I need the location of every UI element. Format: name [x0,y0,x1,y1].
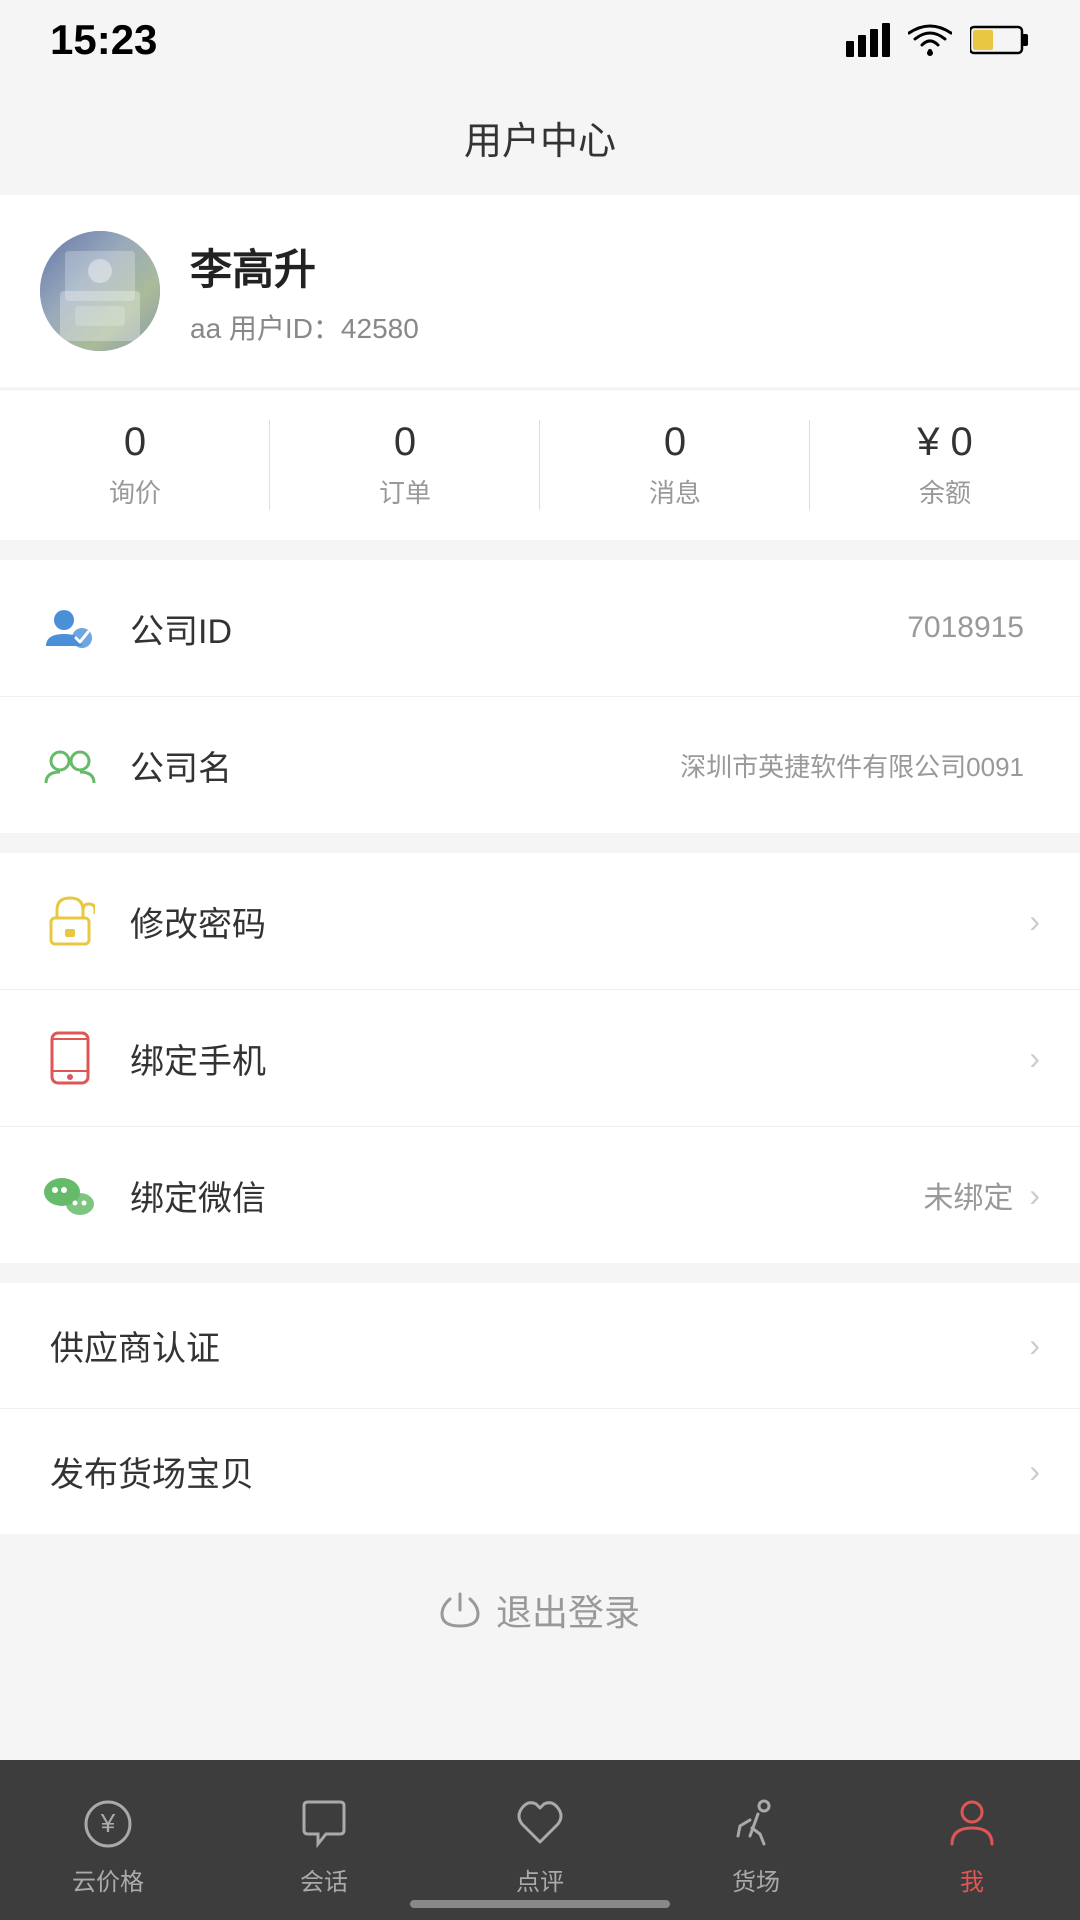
publish-goods-label: 发布货场宝贝 [40,1447,1029,1496]
chevron-right-icon: › [1029,1327,1040,1364]
status-icons [846,23,1030,57]
stat-balance-label: 余额 [810,473,1080,510]
stat-balance-value: ¥ 0 [810,420,1080,465]
profile-name: 李高升 [190,236,419,297]
company-name-value: 深圳市英捷软件有限公司0091 [680,747,1024,784]
chevron-right-icon: › [1029,903,1040,940]
avatar-image [55,251,145,331]
supplier-cert-label: 供应商认证 [40,1321,1029,1370]
stat-balance[interactable]: ¥ 0 余额 [810,390,1080,540]
company-id-item[interactable]: 公司ID 7018915 [0,560,1080,697]
logout-section: 退出登录 [0,1534,1080,1666]
page-title: 用户中心 [464,121,616,163]
chat-icon [294,1794,354,1854]
bind-wechat-label: 绑定微信 [130,1171,923,1220]
stat-inquiry[interactable]: 0 询价 [0,390,270,540]
company-id-value: 7018915 [907,611,1024,645]
bind-phone-label: 绑定手机 [130,1034,1029,1083]
lock-icon [40,891,100,951]
company-icon [40,735,100,795]
svg-text:¥: ¥ [100,1808,116,1838]
nav-review[interactable]: 点评 [432,1784,648,1897]
stat-order-value: 0 [270,420,540,465]
company-id-label: 公司ID [130,604,907,653]
supplier-cert-item[interactable]: 供应商认证 › [0,1283,1080,1409]
wechat-icon [40,1165,100,1225]
run-icon [726,1794,786,1854]
power-icon [440,1590,480,1630]
stat-message-value: 0 [540,420,810,465]
company-section: 公司ID 7018915 公司名 深圳市英捷软件有限公司0091 [0,560,1080,833]
nav-yunjiage[interactable]: ¥ 云价格 [0,1784,216,1897]
nav-market-label: 货场 [732,1862,780,1897]
nav-chat-label: 会话 [300,1862,348,1897]
chevron-right-icon: › [1029,1453,1040,1490]
profile-info: 李高升 aa 用户ID：42580 [190,236,419,347]
nav-yunjiage-label: 云价格 [72,1862,144,1897]
person-icon [942,1794,1002,1854]
avatar [40,231,160,351]
logout-button[interactable]: 退出登录 [440,1584,640,1636]
profile-section: 李高升 aa 用户ID：42580 [0,195,1080,387]
publish-goods-item[interactable]: 发布货场宝贝 › [0,1409,1080,1534]
battery-icon [970,25,1030,55]
status-time: 15:23 [50,16,157,64]
wifi-icon [908,23,952,57]
stat-inquiry-value: 0 [0,420,270,465]
bind-phone-item[interactable]: 绑定手机 › [0,990,1080,1127]
company-name-label: 公司名 [130,741,680,790]
nav-market[interactable]: 货场 [648,1784,864,1897]
home-indicator [410,1900,670,1908]
heart-icon [510,1794,570,1854]
change-password-item[interactable]: 修改密码 › [0,853,1080,990]
stat-message[interactable]: 0 消息 [540,390,810,540]
logout-label: 退出登录 [496,1584,640,1636]
change-password-label: 修改密码 [130,897,1029,946]
yuan-icon: ¥ [78,1794,138,1854]
nav-review-label: 点评 [516,1862,564,1897]
bottom-nav: ¥ 云价格 会话 点评 货场 [0,1760,1080,1920]
stat-order[interactable]: 0 订单 [270,390,540,540]
phone-icon [40,1028,100,1088]
profile-id: aa 用户ID：42580 [190,307,419,347]
action-section: 供应商认证 › 发布货场宝贝 › [0,1283,1080,1534]
chevron-right-icon: › [1029,1177,1040,1214]
header: 用户中心 [0,80,1080,195]
signal-icon [846,23,890,57]
nav-chat[interactable]: 会话 [216,1784,432,1897]
bind-wechat-item[interactable]: 绑定微信 未绑定 › [0,1127,1080,1263]
wechat-status: 未绑定 [923,1173,1013,1217]
status-bar: 15:23 [0,0,1080,80]
stat-inquiry-label: 询价 [0,473,270,510]
nav-me-label: 我 [960,1862,984,1897]
chevron-right-icon: › [1029,1040,1040,1077]
stat-message-label: 消息 [540,473,810,510]
settings-section: 修改密码 › 绑定手机 › 绑定微信 未绑定 › [0,853,1080,1263]
user-verified-icon [40,598,100,658]
stat-order-label: 订单 [270,473,540,510]
stats-bar: 0 询价 0 订单 0 消息 ¥ 0 余额 [0,389,1080,540]
company-name-item[interactable]: 公司名 深圳市英捷软件有限公司0091 [0,697,1080,833]
nav-me[interactable]: 我 [864,1784,1080,1897]
